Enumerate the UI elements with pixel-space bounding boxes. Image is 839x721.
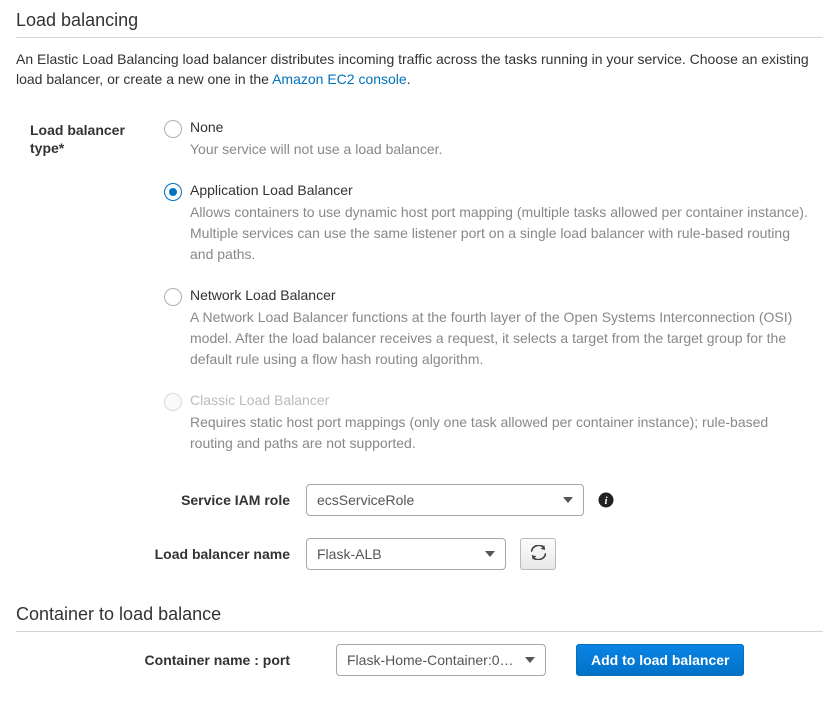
intro-prefix: An Elastic Load Balancing load balancer … bbox=[16, 51, 809, 87]
lb-option-alb[interactable]: Application Load Balancer Allows contain… bbox=[156, 182, 813, 265]
container-name-port-label: Container name : port bbox=[16, 652, 306, 668]
iam-role-select[interactable]: ecsServiceRole bbox=[306, 484, 584, 516]
lb-option-clb-desc: Requires static host port mappings (only… bbox=[190, 412, 813, 454]
lb-option-nlb[interactable]: Network Load Balancer A Network Load Bal… bbox=[156, 287, 813, 370]
lb-option-none-desc: Your service will not use a load balance… bbox=[190, 139, 813, 160]
lb-option-alb-desc: Allows containers to use dynamic host po… bbox=[190, 202, 813, 265]
radio-clb bbox=[164, 393, 182, 411]
lb-type-options: None Your service will not use a load ba… bbox=[156, 119, 823, 454]
section-divider bbox=[16, 37, 823, 38]
load-balancing-heading: Load balancing bbox=[16, 10, 823, 31]
lb-option-clb-title: Classic Load Balancer bbox=[190, 392, 813, 408]
lb-type-label: Load balancer type* bbox=[16, 119, 156, 157]
caret-down-icon bbox=[485, 551, 495, 557]
lb-name-value: Flask-ALB bbox=[317, 546, 382, 562]
intro-suffix: . bbox=[407, 71, 411, 87]
radio-none[interactable] bbox=[164, 120, 182, 138]
lb-option-clb: Classic Load Balancer Requires static ho… bbox=[156, 392, 813, 454]
caret-down-icon bbox=[563, 497, 573, 503]
intro-text: An Elastic Load Balancing load balancer … bbox=[16, 50, 823, 89]
caret-down-icon bbox=[525, 657, 535, 663]
radio-alb[interactable] bbox=[164, 183, 182, 201]
section-divider bbox=[16, 631, 823, 632]
container-value: Flask-Home-Container:0… bbox=[347, 652, 514, 668]
iam-role-value: ecsServiceRole bbox=[317, 492, 414, 508]
lb-option-nlb-title: Network Load Balancer bbox=[190, 287, 813, 303]
refresh-button[interactable] bbox=[520, 538, 556, 570]
lb-option-none[interactable]: None Your service will not use a load ba… bbox=[156, 119, 813, 160]
lb-option-none-title: None bbox=[190, 119, 813, 135]
info-icon[interactable]: i bbox=[598, 492, 614, 508]
lb-name-label: Load balancer name bbox=[16, 546, 306, 562]
lb-name-select[interactable]: Flask-ALB bbox=[306, 538, 506, 570]
radio-nlb[interactable] bbox=[164, 288, 182, 306]
refresh-icon bbox=[531, 545, 546, 563]
container-select[interactable]: Flask-Home-Container:0… bbox=[336, 644, 546, 676]
container-section-heading: Container to load balance bbox=[16, 604, 823, 625]
lb-option-nlb-desc: A Network Load Balancer functions at the… bbox=[190, 307, 813, 370]
add-to-lb-button[interactable]: Add to load balancer bbox=[576, 644, 744, 676]
lb-option-alb-title: Application Load Balancer bbox=[190, 182, 813, 198]
ec2-console-link[interactable]: Amazon EC2 console bbox=[272, 71, 407, 87]
iam-role-label: Service IAM role bbox=[16, 492, 306, 508]
